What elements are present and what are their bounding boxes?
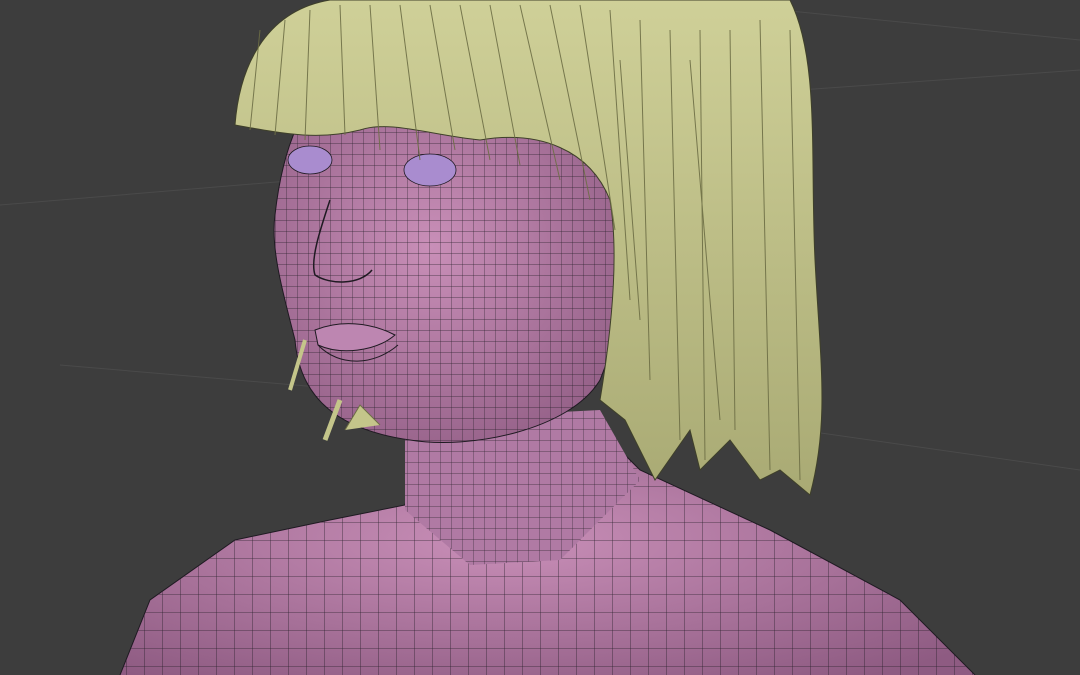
right-eye [403, 153, 457, 187]
left-eye [287, 145, 333, 175]
3d-viewport[interactable] [0, 0, 1080, 675]
viewport-canvas[interactable] [0, 0, 1080, 675]
